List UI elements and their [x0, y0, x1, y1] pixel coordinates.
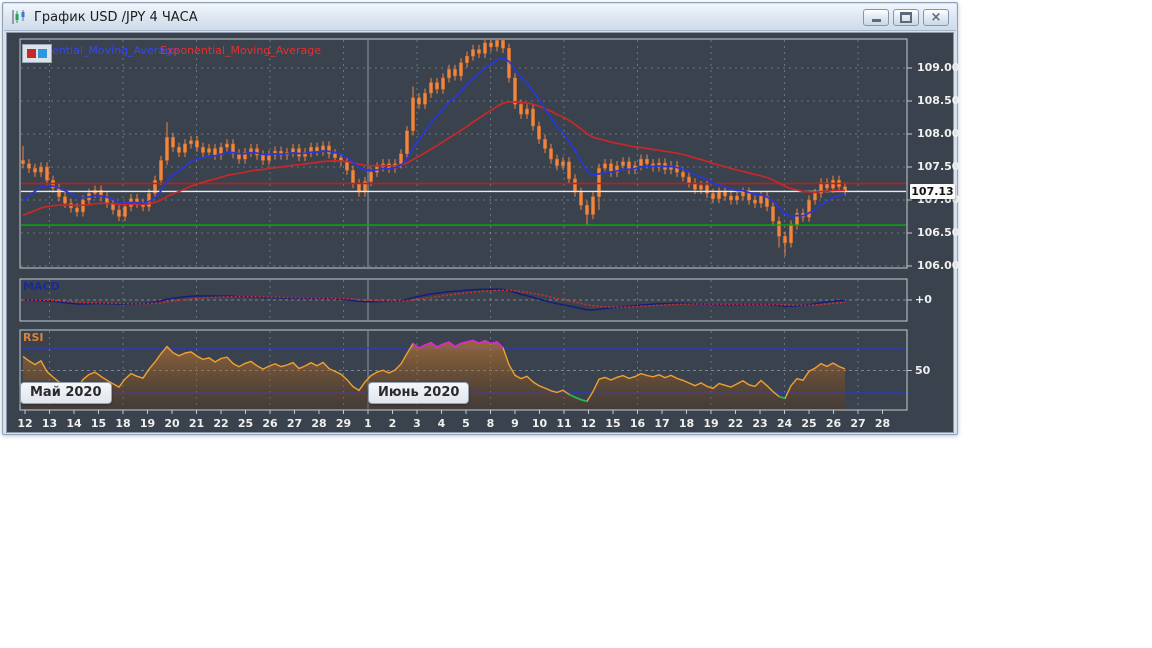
title-bar[interactable]: График USD /JPY 4 ЧАСА × — [4, 4, 956, 31]
chart-canvas[interactable] — [7, 33, 953, 432]
window-title: График USD /JPY 4 ЧАСА — [34, 9, 198, 25]
candlestick-chart-icon — [12, 10, 25, 24]
restore-icon — [900, 11, 912, 23]
chart-window: График USD /JPY 4 ЧАСА × ential_Moving_A… — [2, 2, 959, 435]
minimize-icon — [871, 18, 881, 22]
restore-button[interactable] — [893, 8, 919, 26]
minimize-button[interactable] — [863, 8, 889, 26]
chart-client-area[interactable]: ential_Moving_Average Exponential_Moving… — [6, 32, 959, 433]
close-button[interactable]: × — [923, 8, 949, 26]
